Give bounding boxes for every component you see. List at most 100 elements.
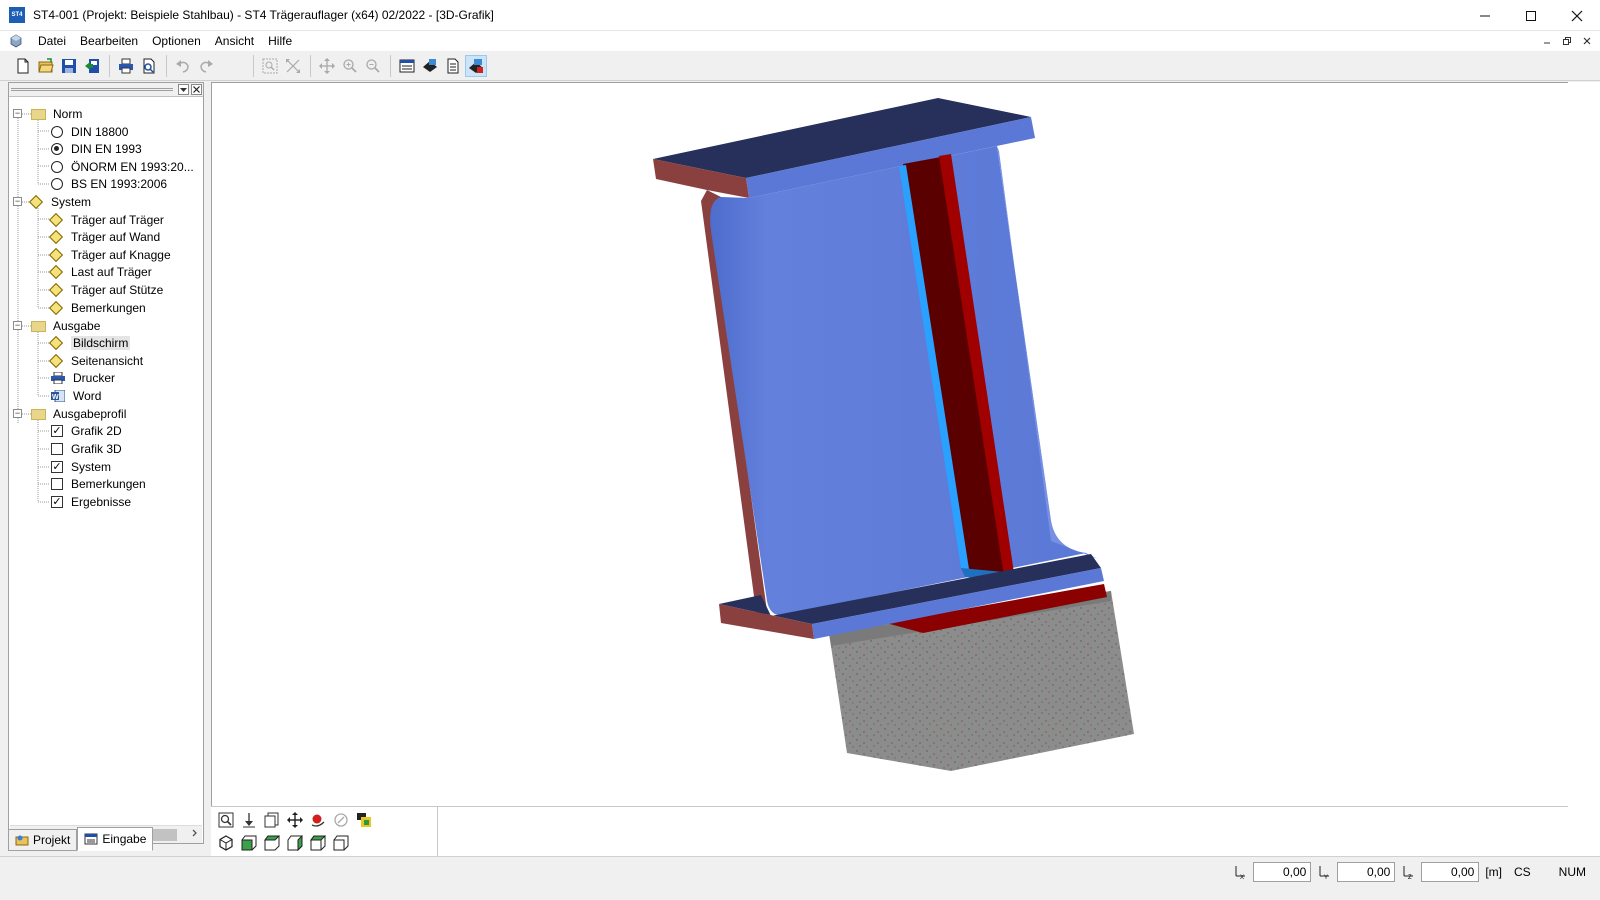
tree-item-grafik-3d[interactable]: Grafik 3D — [51, 440, 122, 458]
expander-ausgabe[interactable]: − — [13, 321, 22, 330]
print-button[interactable] — [115, 55, 137, 77]
minimize-button[interactable] — [1462, 0, 1508, 31]
diamond-icon — [48, 300, 64, 316]
coordinate-system-label: CS — [1514, 865, 1531, 879]
view-zoom-button[interactable] — [215, 809, 237, 831]
mdi-restore-button[interactable] — [1558, 33, 1576, 49]
calc-table-button[interactable] — [396, 55, 418, 77]
export-button[interactable] — [81, 55, 103, 77]
menu-optionen[interactable]: Optionen — [145, 31, 208, 51]
view-front-button[interactable] — [238, 832, 260, 854]
pan-button[interactable] — [316, 55, 338, 77]
tree-item-last-auf-traeger[interactable]: Last auf Träger — [48, 263, 152, 281]
printer-icon — [51, 372, 65, 384]
tree-item-onorm-en-1993[interactable]: ÖNORM EN 1993:20... — [51, 158, 194, 176]
tree-item-traeger-auf-stuetze[interactable]: Träger auf Stütze — [48, 281, 163, 299]
panel-close-button[interactable] — [191, 84, 202, 95]
tree-item-traeger-auf-knagge[interactable]: Träger auf Knagge — [48, 246, 171, 264]
radio-icon[interactable] — [51, 126, 63, 138]
chevron-down-icon — [180, 88, 187, 92]
menu-ansicht[interactable]: Ansicht — [208, 31, 261, 51]
tree-item-grafik-2d[interactable]: ✓ Grafik 2D — [51, 422, 122, 440]
tree-item-label: Bemerkungen — [71, 301, 146, 315]
tab-eingabe[interactable]: Eingabe — [77, 827, 154, 851]
view-back-button[interactable] — [261, 832, 283, 854]
menu-datei[interactable]: Datei — [31, 31, 73, 51]
tree-item-traeger-auf-traeger[interactable]: Träger auf Träger — [48, 211, 164, 229]
x-coordinate-field[interactable]: 0,00 — [1253, 862, 1312, 882]
y-coordinate-field[interactable]: 0,00 — [1337, 862, 1396, 882]
menu-hilfe[interactable]: Hilfe — [261, 31, 299, 51]
maximize-button[interactable] — [1508, 0, 1554, 31]
tree-item-bemerkungen[interactable]: Bemerkungen — [48, 299, 146, 317]
tree-group-system[interactable]: System — [28, 193, 91, 211]
open-button[interactable] — [35, 55, 57, 77]
checkbox-checked[interactable]: ✓ — [51, 461, 63, 473]
checkbox-unchecked[interactable] — [51, 443, 63, 455]
view-copy-button[interactable] — [261, 809, 283, 831]
status-bar: X 0,00 Y 0,00 Z 0,00 [m] CS NUM — [0, 856, 1600, 900]
checkbox-checked[interactable]: ✓ — [51, 496, 63, 508]
tree-item-profil-system[interactable]: ✓ System — [51, 458, 111, 476]
document-cube-icon[interactable] — [9, 34, 23, 48]
close-button[interactable] — [1554, 0, 1600, 31]
view-right-button[interactable] — [307, 832, 329, 854]
expander-ausgabeprofil[interactable]: − — [13, 409, 22, 418]
tree-view: − Norm DIN 18800 DIN EN 1993 ÖNORM EN 19… — [9, 98, 203, 808]
radio-icon[interactable] — [51, 178, 63, 190]
view-reset-button[interactable] — [330, 809, 352, 831]
tree-group-ausgabe[interactable]: Ausgabe — [31, 317, 100, 335]
panel-menu-button[interactable] — [178, 84, 189, 95]
scroll-right-button[interactable] — [185, 826, 202, 843]
3d-view-button[interactable] — [465, 54, 487, 77]
expander-system[interactable]: − — [13, 197, 22, 206]
tree-item-word[interactable]: W Word — [51, 387, 101, 405]
undo-button[interactable] — [172, 55, 194, 77]
3d-graphics-viewport[interactable] — [211, 82, 1568, 806]
copy-view-icon — [264, 812, 279, 828]
calc-table-icon — [399, 59, 415, 72]
tree-item-ergebnisse[interactable]: ✓ Ergebnisse — [51, 493, 131, 511]
diamond-icon — [48, 212, 64, 228]
tab-projekt[interactable]: Projekt — [8, 829, 78, 851]
mdi-close-button[interactable] — [1578, 33, 1596, 49]
radio-selected-icon[interactable] — [51, 143, 63, 155]
chevron-right-icon — [192, 829, 197, 837]
view-iso-button[interactable] — [215, 832, 237, 854]
zoom-all-button[interactable] — [282, 55, 304, 77]
view-rotate-button[interactable] — [307, 809, 329, 831]
menu-bearbeiten[interactable]: Bearbeiten — [73, 31, 145, 51]
tree-item-traeger-auf-wand[interactable]: Träger auf Wand — [48, 228, 160, 246]
expander-norm[interactable]: − — [13, 109, 22, 118]
tree-item-seitenansicht[interactable]: Seitenansicht — [48, 352, 143, 370]
tree-item-drucker[interactable]: Drucker — [51, 369, 115, 387]
tree-item-din-en-1993[interactable]: DIN EN 1993 — [51, 140, 142, 158]
mdi-minimize-button[interactable] — [1538, 33, 1556, 49]
zoom-out-button[interactable] — [362, 55, 384, 77]
zoom-window-button[interactable] — [259, 55, 281, 77]
tree-item-label: Seitenansicht — [71, 354, 144, 368]
checkbox-unchecked[interactable] — [51, 478, 63, 490]
view-left-button[interactable] — [284, 832, 306, 854]
zoom-in-button[interactable] — [339, 55, 361, 77]
tree-item-din-18800[interactable]: DIN 18800 — [51, 123, 128, 141]
checkbox-checked[interactable]: ✓ — [51, 425, 63, 437]
output-button[interactable] — [419, 55, 441, 77]
tree-item-bs-en-1993[interactable]: BS EN 1993:2006 — [51, 175, 167, 193]
radio-icon[interactable] — [51, 161, 63, 173]
beam-support-3d-model — [653, 98, 1134, 771]
tree-group-norm[interactable]: Norm — [31, 105, 82, 123]
view-render-button[interactable] — [353, 809, 375, 831]
print-preview-button[interactable] — [138, 55, 160, 77]
z-coordinate-field[interactable]: 0,00 — [1421, 862, 1480, 882]
redo-button[interactable] — [195, 55, 217, 77]
tree-item-profil-bemerkungen[interactable]: Bemerkungen — [51, 475, 146, 493]
save-button[interactable] — [58, 55, 80, 77]
view-down-button[interactable] — [238, 809, 260, 831]
tree-item-bildschirm[interactable]: Bildschirm — [48, 334, 131, 352]
new-file-button[interactable] — [12, 55, 34, 77]
view-top-button[interactable] — [330, 832, 352, 854]
view-pan-button[interactable] — [284, 809, 306, 831]
tree-group-ausgabeprofil[interactable]: Ausgabeprofil — [31, 405, 126, 423]
document-button[interactable] — [442, 55, 464, 77]
